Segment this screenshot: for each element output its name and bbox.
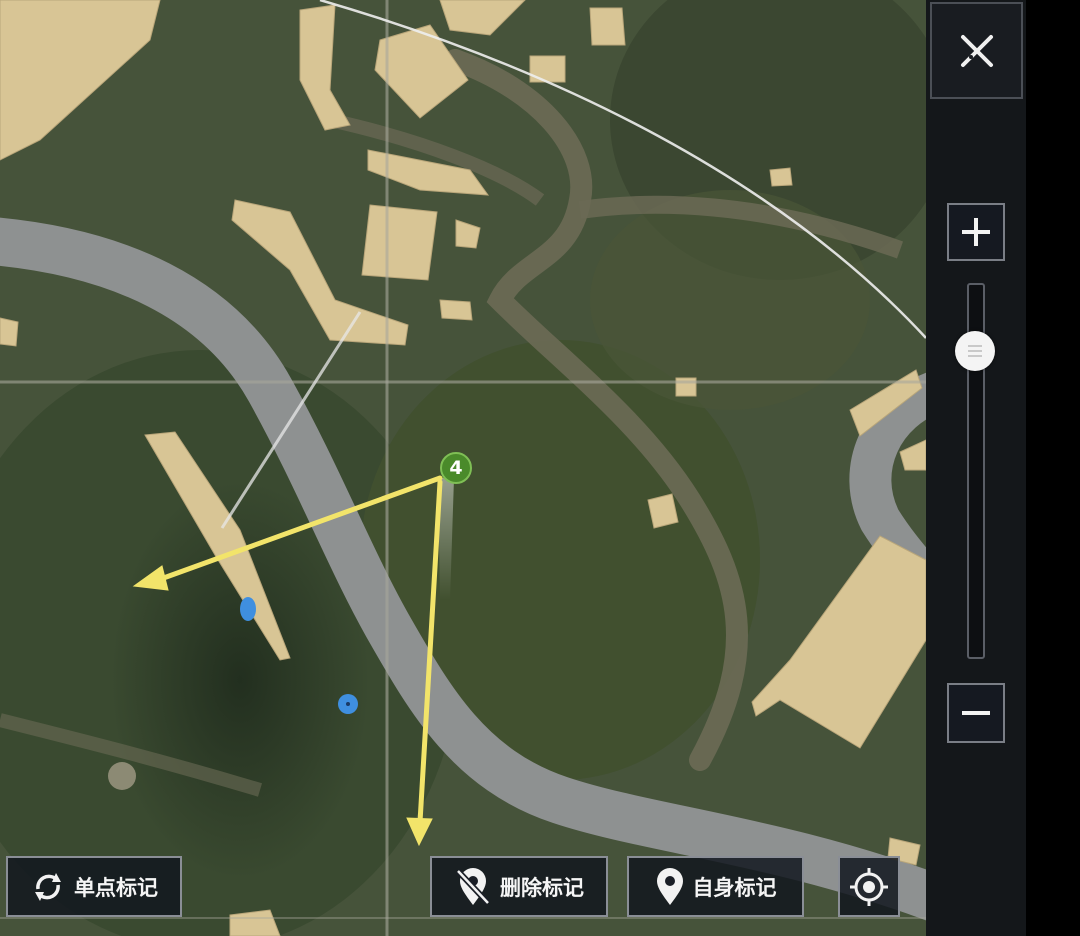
screen-edge <box>1026 0 1080 936</box>
self-mark-button[interactable]: 自身标记 <box>627 856 804 917</box>
location-pin-icon <box>656 867 683 905</box>
game-map[interactable]: 4 <box>0 0 926 936</box>
teammate-marker <box>240 597 256 621</box>
zoom-in-button[interactable] <box>947 203 1005 261</box>
location-slash-icon <box>455 867 491 905</box>
zoom-slider-handle[interactable] <box>955 331 995 371</box>
delete-mark-button[interactable]: 删除标记 <box>430 856 608 917</box>
close-cross-icon <box>960 34 993 67</box>
plus-icon <box>962 218 990 246</box>
player-marker-4[interactable]: 4 <box>440 452 472 484</box>
self-mark-label: 自身标记 <box>692 875 777 900</box>
locate-self-button[interactable] <box>838 856 900 917</box>
minus-icon <box>962 711 990 715</box>
refresh-cycle-icon <box>35 872 61 901</box>
zoom-out-button[interactable] <box>947 683 1005 743</box>
single-mark-label: 单点标记 <box>74 875 158 900</box>
crosshair-target-icon <box>850 867 888 906</box>
close-map-button[interactable] <box>930 2 1023 99</box>
single-mark-button[interactable]: 单点标记 <box>6 856 182 917</box>
delete-mark-label: 删除标记 <box>500 875 584 900</box>
